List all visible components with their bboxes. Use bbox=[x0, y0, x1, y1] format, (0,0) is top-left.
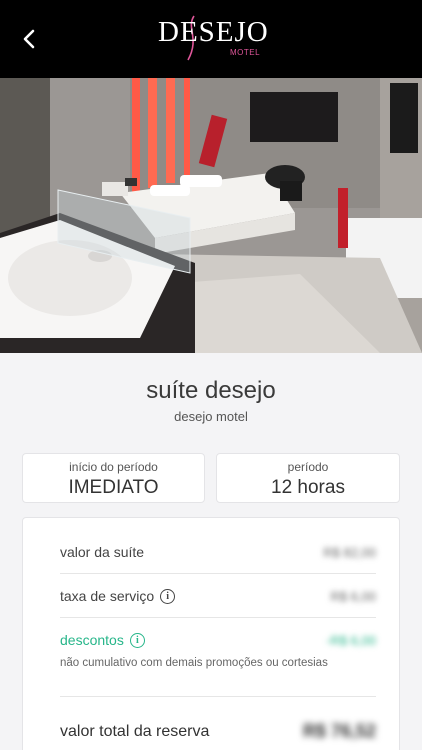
suite-value-amount: R$ 82,00 bbox=[323, 544, 376, 560]
discounts-row: descontos i -R$ 6,00 bbox=[60, 632, 376, 648]
total-row: valor total da reserva R$ 76,52 bbox=[60, 721, 376, 742]
suite-value-label: valor da suíte bbox=[60, 544, 145, 560]
discounts-note: não cumulativo com demais promoções ou c… bbox=[60, 657, 328, 669]
back-button[interactable] bbox=[18, 27, 40, 51]
divider bbox=[60, 696, 376, 697]
total-label: valor total da reserva bbox=[60, 722, 210, 740]
period-value: 12 horas bbox=[271, 477, 345, 498]
suite-value-row: valor da suíte R$ 82,00 bbox=[60, 544, 376, 560]
period-start-label: início do período bbox=[69, 460, 158, 474]
price-summary-card: valor da suíte R$ 82,00 taxa de serviço … bbox=[22, 517, 400, 750]
room-photo[interactable] bbox=[0, 78, 422, 353]
info-icon[interactable]: i bbox=[160, 588, 176, 604]
chevron-left-icon bbox=[23, 29, 35, 49]
period-box[interactable]: período 12 horas bbox=[216, 453, 400, 503]
suite-name: suíte desejo bbox=[146, 377, 276, 404]
logo-subtext: MOTEL bbox=[230, 48, 261, 57]
brand-logo: DESEJO MOTEL bbox=[156, 14, 268, 62]
total-amount: R$ 76,52 bbox=[302, 721, 376, 741]
service-fee-row: taxa de serviço i R$ 6,00 bbox=[60, 588, 376, 604]
service-fee-label-group: taxa de serviço i bbox=[60, 588, 176, 604]
period-start-box[interactable]: início do período IMEDIATO bbox=[22, 453, 205, 503]
period-start-value: IMEDIATO bbox=[68, 477, 159, 498]
divider bbox=[60, 573, 376, 574]
discounts-label-group: descontos i bbox=[60, 632, 145, 648]
motel-name: desejo motel bbox=[174, 409, 248, 424]
divider bbox=[60, 617, 376, 618]
service-fee-label: taxa de serviço bbox=[60, 588, 155, 604]
top-bar: DESEJO MOTEL bbox=[0, 0, 422, 78]
service-fee-amount: R$ 6,00 bbox=[330, 588, 376, 604]
period-label: período bbox=[287, 460, 329, 474]
info-icon[interactable]: i bbox=[129, 632, 145, 648]
logo-text: DESEJO bbox=[158, 16, 269, 48]
discounts-label: descontos bbox=[60, 632, 124, 648]
discounts-amount: -R$ 6,00 bbox=[326, 632, 376, 648]
